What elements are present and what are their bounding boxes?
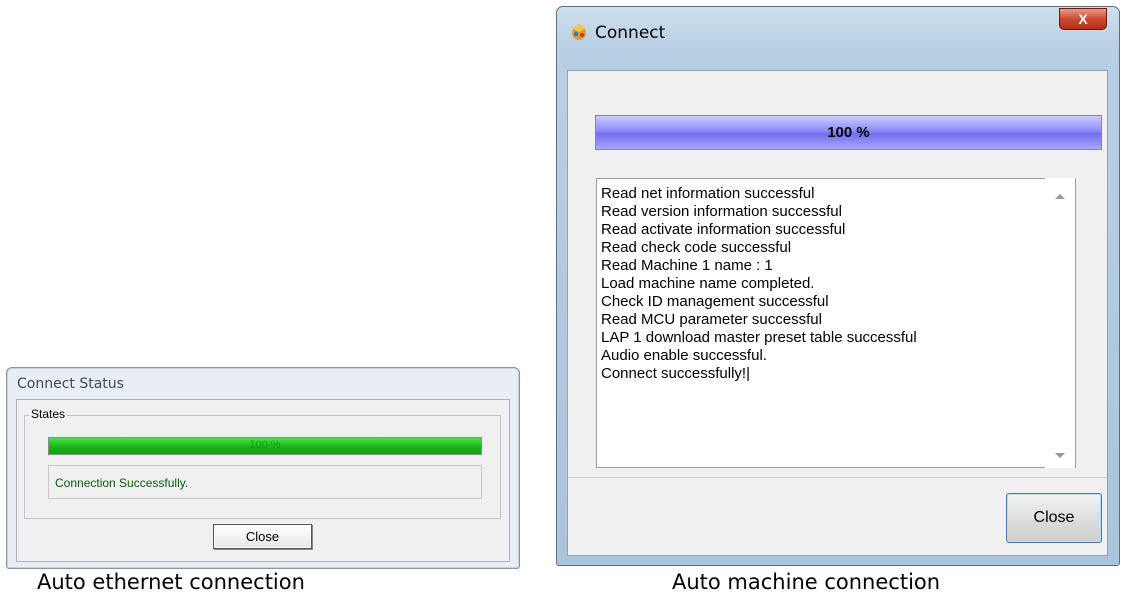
divider <box>568 477 1107 478</box>
log-line: Read activate information successful <box>601 221 846 238</box>
connect-dialog: Connect X 100 % Read net information suc… <box>556 6 1120 566</box>
scroll-up-arrow-icon[interactable] <box>1055 194 1065 199</box>
progress-bar: 100 % <box>595 115 1102 150</box>
log-line: Read check code successful <box>601 239 792 256</box>
progress-text: 100 % <box>827 124 870 141</box>
connection-log[interactable]: Read net information successful Read ver… <box>596 178 1076 468</box>
progress-bar: 100 % <box>48 437 482 455</box>
dialog-title: Connect <box>595 23 666 43</box>
machine-caption: Auto machine connection <box>672 570 941 594</box>
connect-status-dialog: Connect Status States 100 % Connection S… <box>6 367 520 569</box>
status-message-box: Connection Successfully. <box>48 465 482 499</box>
log-line: Read net information successful <box>601 185 815 202</box>
close-button[interactable]: Close <box>1006 493 1102 543</box>
scroll-down-arrow-icon[interactable] <box>1055 453 1065 458</box>
progress-text: 100 % <box>249 439 281 451</box>
groupbox-label: States <box>29 407 68 421</box>
log-line: Connect successfully!| <box>601 365 750 382</box>
ethernet-caption: Auto ethernet connection <box>37 570 305 594</box>
status-message: Connection Successfully. <box>55 476 189 490</box>
states-groupbox: States 100 % Connection Successfully. <box>24 407 501 519</box>
dialog-body: 100 % Read net information successful Re… <box>567 70 1108 556</box>
close-icon[interactable]: X <box>1059 8 1107 30</box>
log-line: Load machine name completed. <box>601 275 815 292</box>
log-line: Audio enable successful. <box>601 347 767 364</box>
log-scrollbar[interactable] <box>1045 178 1075 468</box>
log-line: Check ID management successful <box>601 293 829 310</box>
close-button[interactable]: Close <box>213 524 312 549</box>
connect-app-icon <box>572 24 586 40</box>
dialog-title: Connect Status <box>17 376 124 392</box>
dialog-body: States 100 % Connection Successfully. Cl… <box>16 399 510 562</box>
log-line: Read MCU parameter successful <box>601 311 822 328</box>
log-line: Read version information successful <box>601 203 842 220</box>
log-line: LAP 1 download master preset table succe… <box>601 329 917 346</box>
log-line: Read Machine 1 name : 1 <box>601 257 773 274</box>
